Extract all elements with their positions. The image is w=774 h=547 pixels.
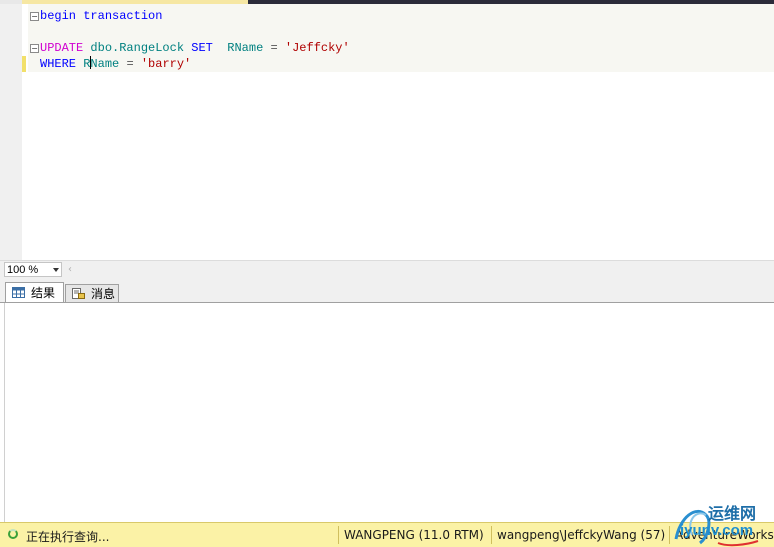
string-literal: 'barry' <box>140 57 192 71</box>
tab-results[interactable]: 结果 <box>5 282 64 303</box>
keyword-set: SET <box>191 41 213 55</box>
tab-messages[interactable]: 消息 <box>65 284 119 302</box>
scroll-left-icon[interactable]: ‹ <box>68 264 72 275</box>
editor-gutter <box>0 4 26 260</box>
zoom-value: 100 % <box>7 264 39 276</box>
changed-line-marker <box>22 56 26 72</box>
message-icon <box>72 288 85 299</box>
status-separator <box>338 526 339 544</box>
status-message: 正在执行查询... <box>26 530 110 544</box>
chevron-down-icon[interactable] <box>53 268 59 272</box>
code-line-3[interactable]: UPDATE dbo.RangeLock SET RName = 'Jeffck… <box>40 40 350 56</box>
editor-zoom-bar: 100 % ‹ <box>0 260 774 279</box>
watermark-url: iyunv.com <box>680 522 754 539</box>
collapse-icon[interactable]: − <box>30 12 39 21</box>
collapse-icon[interactable]: − <box>30 44 39 53</box>
status-bar: 正在执行查询... WANGPENG (11.0 RTM) wangpeng\J… <box>0 522 774 547</box>
equals-operator: = <box>270 41 278 55</box>
tab-messages-label: 消息 <box>91 287 116 301</box>
keyword-update: UPDATE <box>40 41 84 55</box>
string-literal: 'Jeffcky' <box>284 41 350 55</box>
query-editor[interactable]: − begin transaction − UPDATE dbo.RangeLo… <box>0 4 774 260</box>
status-server: WANGPENG (11.0 RTM) <box>344 528 484 542</box>
table-name: dbo.RangeLock <box>90 41 185 55</box>
column-name-part-b: Name <box>90 57 120 71</box>
zoom-dropdown[interactable]: 100 % <box>4 262 62 277</box>
code-line-4[interactable]: WHERE RName = 'barry' <box>40 56 191 72</box>
results-pane-divider <box>4 303 5 522</box>
executing-spinner-icon <box>8 529 18 539</box>
watermark-text: 运维网 <box>708 504 757 523</box>
grid-icon <box>12 287 25 298</box>
ssms-window: − begin transaction − UPDATE dbo.RangeLo… <box>0 0 774 547</box>
equals-operator: = <box>126 57 134 71</box>
column-name: RName <box>227 41 264 55</box>
results-tab-strip: 结果 消息 <box>0 279 774 303</box>
keyword-transaction: transaction <box>83 9 163 23</box>
status-separator <box>491 526 492 544</box>
tab-results-label: 结果 <box>31 286 56 300</box>
keyword-where: WHERE <box>40 57 77 71</box>
keyword-begin: begin <box>40 9 77 23</box>
status-user: wangpeng\JeffckyWang (57) <box>497 528 666 542</box>
results-pane[interactable] <box>0 302 774 522</box>
code-line-1[interactable]: begin transaction <box>40 8 162 24</box>
